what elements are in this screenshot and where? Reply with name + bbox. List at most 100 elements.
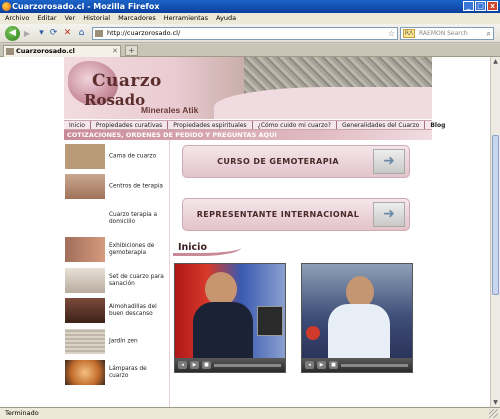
scroll-down-icon[interactable]: ▼ <box>491 398 500 407</box>
progress-bar[interactable] <box>341 363 408 367</box>
window-titlebar: Cuarzorosado.cl - Mozilla Firefox _ □ x <box>0 0 500 13</box>
status-text: Terminado <box>5 409 39 417</box>
video-player[interactable]: ◂ ▶ ■ <box>174 263 286 373</box>
tab-cuarzorosado[interactable]: Cuarzorosado.cl ✕ <box>3 45 121 57</box>
page-viewport: Cuarzo Rosado Minerales Atik Inicio Prop… <box>0 57 490 407</box>
nav-propiedades-curativas[interactable]: Propiedades curativas <box>91 121 169 129</box>
scrollbar-thumb[interactable] <box>492 135 499 295</box>
category-item[interactable]: Almohadillas del buen descanso <box>64 298 169 324</box>
page-margin-right <box>432 57 490 407</box>
play-button[interactable]: ▶ <box>190 361 199 369</box>
logo-text-rosado: Rosado <box>84 91 146 109</box>
menu-archivo[interactable]: Archivo <box>5 13 29 24</box>
url-bar[interactable]: http://cuarzorosado.cl/ ☆ <box>92 27 398 40</box>
category-item[interactable]: Cuarzo terapia a domicilio <box>64 206 169 232</box>
category-label: Lámparas de cuarzo <box>109 366 147 379</box>
category-label: Cuarzo terapia a domicilio <box>109 212 158 225</box>
tab-label: Cuarzorosado.cl <box>16 47 75 55</box>
forward-button[interactable]: ▶ <box>21 28 33 39</box>
nav-blog[interactable]: Blog <box>425 121 453 129</box>
category-item[interactable]: Jardín zen <box>64 329 169 355</box>
close-button[interactable]: x <box>487 1 498 11</box>
tab-favicon <box>6 48 14 55</box>
minimize-button[interactable]: _ <box>463 1 474 11</box>
menu-ver[interactable]: Ver <box>65 13 76 24</box>
representante-internacional-banner[interactable]: REPRESENTANTE INTERNACIONAL ➜ <box>182 198 410 231</box>
menu-historial[interactable]: Historial <box>83 13 110 24</box>
menu-editar[interactable]: Editar <box>37 13 56 24</box>
category-item[interactable]: Lámparas de cuarzo <box>64 360 169 386</box>
site-header: Cuarzo Rosado Minerales Atik <box>64 57 432 119</box>
cotizaciones-banner[interactable]: COTIZACIONES, ORDENES DE PEDIDO Y PREGUN… <box>64 130 432 140</box>
nav-como-cuido[interactable]: ¿Cómo cuido mi cuarzo? <box>253 121 337 129</box>
logo-tagline: Minerales Atik <box>141 105 199 115</box>
close-tab-icon[interactable]: ✕ <box>112 46 118 57</box>
video-controls: ◂ ▶ ■ <box>175 358 285 372</box>
section-title: Inicio <box>178 242 207 253</box>
search-input[interactable]: RΛ RAEMON Search ⌕ <box>400 27 494 40</box>
video-controls: ◂ ▶ ■ <box>302 358 412 372</box>
menu-bar: Archivo Editar Ver Historial Marcadores … <box>0 13 500 24</box>
menu-herramientas[interactable]: Herramientas <box>164 13 208 24</box>
category-item[interactable]: Centros de terapia <box>64 174 169 200</box>
firefox-icon <box>2 2 11 11</box>
site-nav: Inicio Propiedades curativas Propiedades… <box>64 120 445 130</box>
category-thumbnail <box>65 174 105 199</box>
arrow-right-icon[interactable]: ➜ <box>373 202 405 227</box>
window-title: Cuarzorosado.cl - Mozilla Firefox <box>12 2 160 11</box>
category-item[interactable]: Set de cuarzo para sanación <box>64 268 169 294</box>
category-sidebar: Cama de cuarzo Centros de terapia Cuarzo… <box>64 140 169 407</box>
stop-icon[interactable]: ✕ <box>62 28 73 39</box>
nav-propiedades-espirituales[interactable]: Propiedades espirituales <box>168 121 253 129</box>
curso-gemoterapia-banner[interactable]: CURSO DE GEMOTERAPIA ➜ <box>182 145 410 178</box>
category-item[interactable]: Cama de cuarzo <box>64 144 169 170</box>
category-thumbnail <box>65 206 105 231</box>
category-label: Centros de terapia <box>109 183 163 190</box>
category-label: Exhibiciones de gemoterapia <box>109 243 155 256</box>
bookmark-star-icon[interactable]: ☆ <box>388 28 395 39</box>
arrow-right-icon[interactable]: ➜ <box>373 149 405 174</box>
video-frame <box>302 264 412 360</box>
history-dropdown-icon[interactable]: ▾ <box>36 28 47 39</box>
stop-button[interactable]: ■ <box>329 361 338 369</box>
section-heading: Inicio <box>170 241 241 257</box>
clock-badge <box>306 326 320 340</box>
category-label: Almohadillas del buen descanso <box>109 304 157 317</box>
page-margin-left <box>0 57 64 407</box>
progress-bar[interactable] <box>214 363 281 367</box>
presenter-suit <box>193 302 253 360</box>
video-player[interactable]: ◂ ▶ ■ <box>301 263 413 373</box>
inset-screen <box>257 306 283 336</box>
site-favicon <box>95 30 103 37</box>
reload-icon[interactable]: ⟳ <box>48 28 59 39</box>
category-item[interactable]: Exhibiciones de gemoterapia <box>64 237 169 263</box>
tab-bar: Cuarzorosado.cl ✕ + <box>0 44 500 57</box>
vertical-scrollbar[interactable]: ▲ ▼ <box>490 57 500 407</box>
category-thumbnail <box>65 268 105 293</box>
resize-grip-icon[interactable] <box>489 409 498 418</box>
presenter-face <box>205 272 237 306</box>
main-content: CURSO DE GEMOTERAPIA ➜ REPRESENTANTE INT… <box>169 140 432 407</box>
rewind-button[interactable]: ◂ <box>305 361 314 369</box>
search-icon[interactable]: ⌕ <box>487 28 491 39</box>
new-tab-button[interactable]: + <box>125 45 138 56</box>
nav-inicio[interactable]: Inicio <box>64 121 91 129</box>
play-button[interactable]: ▶ <box>317 361 326 369</box>
category-thumbnail <box>65 237 105 262</box>
scroll-up-icon[interactable]: ▲ <box>491 57 500 66</box>
menu-ayuda[interactable]: Ayuda <box>216 13 236 24</box>
rewind-button[interactable]: ◂ <box>178 361 187 369</box>
stop-button[interactable]: ■ <box>202 361 211 369</box>
maximize-button[interactable]: □ <box>475 1 486 11</box>
search-engine-icon[interactable]: RΛ <box>403 29 415 38</box>
nav-generalidades[interactable]: Generalidades del Cuarzo <box>337 121 426 129</box>
category-label: Set de cuarzo para sanación <box>109 274 164 287</box>
home-icon[interactable]: ⌂ <box>76 28 87 39</box>
search-placeholder: RAEMON Search <box>419 30 468 37</box>
back-button[interactable]: ◀ <box>5 26 20 41</box>
menu-marcadores[interactable]: Marcadores <box>118 13 156 24</box>
category-thumbnail <box>65 298 105 323</box>
logo-text-cuarzo: Cuarzo <box>92 71 162 91</box>
category-thumbnail <box>65 144 105 169</box>
video-frame <box>175 264 285 360</box>
